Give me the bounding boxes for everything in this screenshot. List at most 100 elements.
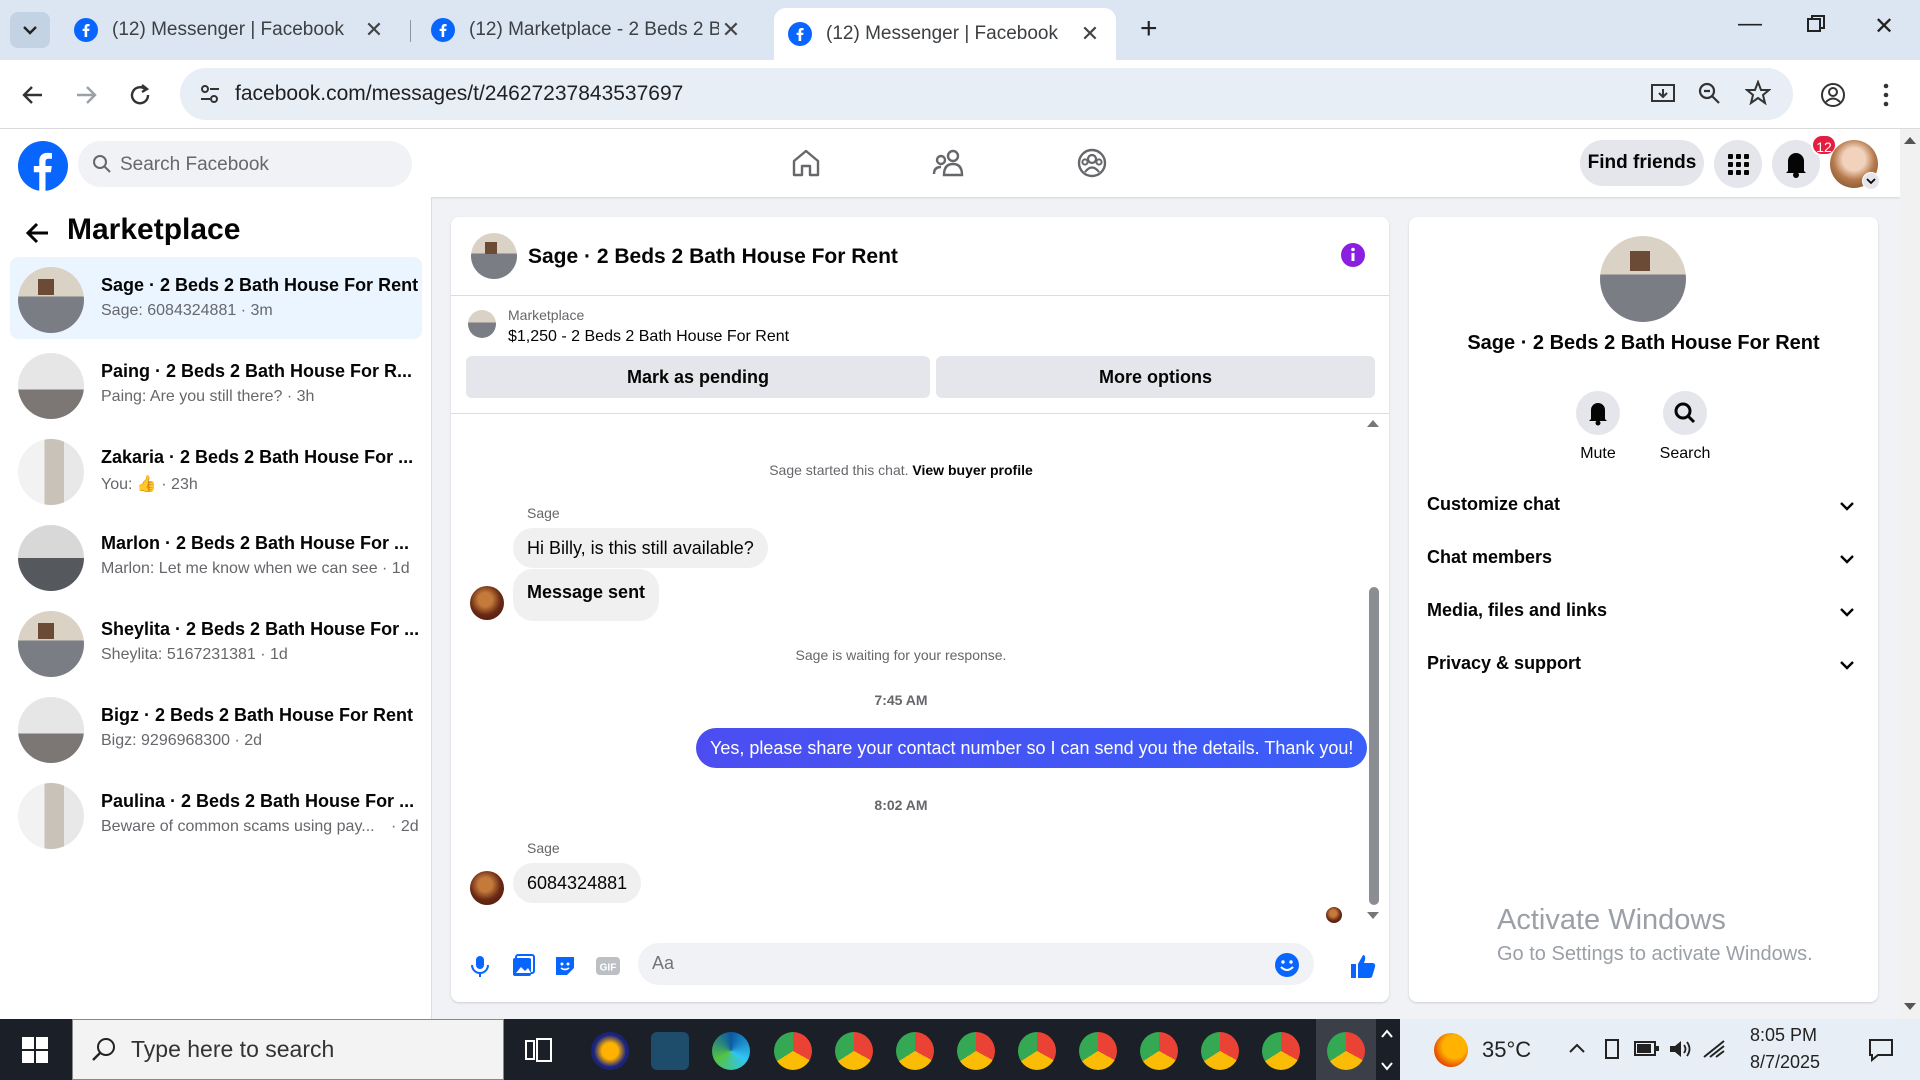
scroll-up-arrow-icon[interactable]: [1904, 135, 1916, 145]
conversation-item[interactable]: Marlon · 2 Beds 2 Bath House For ... Mar…: [10, 515, 422, 597]
sender-avatar[interactable]: [470, 586, 504, 620]
chrome-icon[interactable]: [1018, 1032, 1056, 1070]
url-text[interactable]: facebook.com/messages/t/2462723784353769…: [235, 82, 683, 106]
temperature[interactable]: 35°C: [1482, 1037, 1531, 1063]
browser-tab[interactable]: (12) Messenger | Facebook ✕: [60, 10, 400, 50]
chat-title[interactable]: Sage · 2 Beds 2 Bath House For Rent: [528, 245, 898, 269]
edge-browser-icon[interactable]: [712, 1032, 750, 1070]
my-message-bubble[interactable]: Yes, please share your contact number so…: [696, 728, 1368, 768]
omnibox[interactable]: facebook.com/messages/t/2462723784353769…: [180, 68, 1793, 120]
taskbar-app-icon[interactable]: [591, 1032, 629, 1070]
show-hidden-icons-chevron-icon[interactable]: [1568, 1041, 1586, 1055]
browser-menu-icon[interactable]: [1876, 82, 1896, 108]
emoji-icon[interactable]: [1274, 952, 1300, 978]
message-composer[interactable]: [638, 943, 1314, 985]
taskbar-app-icon[interactable]: [651, 1032, 689, 1070]
notification-center-icon[interactable]: [1868, 1037, 1894, 1063]
chrome-icon[interactable]: [896, 1032, 934, 1070]
photo-icon[interactable]: [511, 954, 535, 978]
taskbar-search-box[interactable]: Type here to search: [72, 1019, 504, 1080]
media-files-links-row[interactable]: Media, files and links: [1427, 600, 1857, 640]
browser-tab[interactable]: (12) Marketplace - 2 Beds 2 Bath ✕: [417, 10, 757, 50]
new-tab-button[interactable]: +: [1140, 12, 1158, 46]
weather-icon[interactable]: [1434, 1033, 1468, 1067]
message-bubble[interactable]: 6084324881: [513, 863, 642, 903]
message-bubble[interactable]: Hi Billy, is this still available?: [513, 528, 768, 568]
conversation-item[interactable]: Zakaria · 2 Beds 2 Bath House For ... Yo…: [10, 429, 422, 511]
mute-button[interactable]: Mute: [1558, 391, 1638, 463]
conversation-item[interactable]: Paulina · 2 Beds 2 Bath House For ... Be…: [10, 773, 422, 855]
chrome-icon[interactable]: [1140, 1032, 1178, 1070]
chrome-icon[interactable]: [774, 1032, 812, 1070]
customize-chat-row[interactable]: Customize chat: [1427, 494, 1857, 534]
forward-icon[interactable]: [73, 82, 99, 108]
gif-icon[interactable]: GIF: [595, 954, 621, 978]
chrome-icon[interactable]: [1262, 1032, 1300, 1070]
chat-header-avatar[interactable]: [471, 233, 517, 279]
close-tab-icon[interactable]: ✕: [362, 17, 386, 43]
facebook-header: Search Facebook Find friends 12: [0, 129, 1900, 197]
menu-button[interactable]: [1714, 140, 1762, 188]
browser-tab-active[interactable]: (12) Messenger | Facebook ✕: [774, 8, 1116, 60]
scroll-up-arrow-icon[interactable]: [1367, 418, 1379, 428]
scroll-down-arrow-icon[interactable]: [1904, 1002, 1916, 1012]
chrome-icon[interactable]: [957, 1032, 995, 1070]
conversation-item[interactable]: Bigz · 2 Beds 2 Bath House For Rent Bigz…: [10, 687, 422, 769]
search-in-chat-button[interactable]: Search: [1645, 391, 1725, 463]
active-app-highlight[interactable]: [1316, 1019, 1376, 1080]
more-options-button[interactable]: More options: [936, 356, 1375, 398]
listing-title[interactable]: $1,250 - 2 Beds 2 Bath House For Rent: [508, 328, 789, 346]
battery-icon[interactable]: [1634, 1039, 1660, 1059]
install-app-icon[interactable]: [1650, 81, 1676, 107]
bookmark-star-icon[interactable]: [1745, 80, 1771, 106]
scroll-down-arrow-icon[interactable]: [1367, 911, 1379, 921]
groups-icon[interactable]: [1076, 147, 1108, 179]
privacy-support-row[interactable]: Privacy & support: [1427, 653, 1857, 693]
find-friends-button[interactable]: Find friends: [1580, 140, 1704, 186]
profile-icon[interactable]: [1820, 82, 1846, 108]
info-icon[interactable]: [1340, 242, 1366, 268]
clock-time[interactable]: 8:05 PM: [1750, 1025, 1817, 1046]
microphone-icon[interactable]: [469, 954, 491, 978]
page-scrollbar[interactable]: [1900, 129, 1920, 1019]
restore-button[interactable]: [1806, 14, 1826, 34]
device-icon[interactable]: [1600, 1037, 1624, 1061]
friends-icon[interactable]: [932, 147, 966, 179]
message-input[interactable]: [652, 953, 1252, 974]
chrome-icon[interactable]: [1079, 1032, 1117, 1070]
site-info-icon[interactable]: [198, 82, 222, 106]
windows-start-icon[interactable]: [22, 1037, 48, 1063]
message-bubble[interactable]: Message sent: [513, 569, 660, 621]
task-view-icon[interactable]: [525, 1037, 553, 1063]
back-arrow-icon[interactable]: [24, 219, 52, 247]
close-tab-icon[interactable]: ✕: [1078, 21, 1102, 47]
zoom-icon[interactable]: [1697, 81, 1723, 107]
minimize-button[interactable]: —: [1738, 10, 1762, 38]
sticker-icon[interactable]: [553, 954, 577, 978]
clock-date[interactable]: 8/7/2025: [1750, 1052, 1820, 1073]
chat-scrollbar[interactable]: [1369, 587, 1379, 905]
facebook-logo-icon[interactable]: [18, 141, 68, 191]
view-buyer-profile-link[interactable]: View buyer profile: [912, 462, 1032, 478]
chrome-icon[interactable]: [835, 1032, 873, 1070]
account-menu-chevron[interactable]: [1862, 172, 1880, 190]
wifi-icon[interactable]: [1702, 1037, 1726, 1061]
close-window-button[interactable]: ✕: [1874, 12, 1894, 41]
conversation-item[interactable]: Sheylita · 2 Beds 2 Bath House For ... S…: [10, 601, 422, 683]
conversation-item[interactable]: Sage · 2 Beds 2 Bath House For Rent Sage…: [10, 257, 422, 339]
chrome-icon[interactable]: [1201, 1032, 1239, 1070]
taskbar-overflow-chevrons-icon[interactable]: [1380, 1025, 1394, 1075]
chat-members-row[interactable]: Chat members: [1427, 547, 1857, 587]
contact-avatar[interactable]: [1600, 236, 1686, 322]
conversation-item[interactable]: Paing · 2 Beds 2 Bath House For R... Pai…: [10, 343, 422, 425]
facebook-search-input[interactable]: Search Facebook: [78, 141, 412, 187]
thumbs-up-icon[interactable]: [1349, 952, 1377, 980]
sender-avatar[interactable]: [470, 871, 504, 905]
back-icon[interactable]: [20, 82, 46, 108]
tab-search-button[interactable]: [10, 12, 50, 48]
mark-as-pending-button[interactable]: Mark as pending: [466, 356, 930, 398]
close-tab-icon[interactable]: ✕: [719, 17, 743, 43]
reload-icon[interactable]: [127, 82, 153, 108]
volume-icon[interactable]: [1668, 1037, 1692, 1061]
home-icon[interactable]: [790, 147, 822, 179]
